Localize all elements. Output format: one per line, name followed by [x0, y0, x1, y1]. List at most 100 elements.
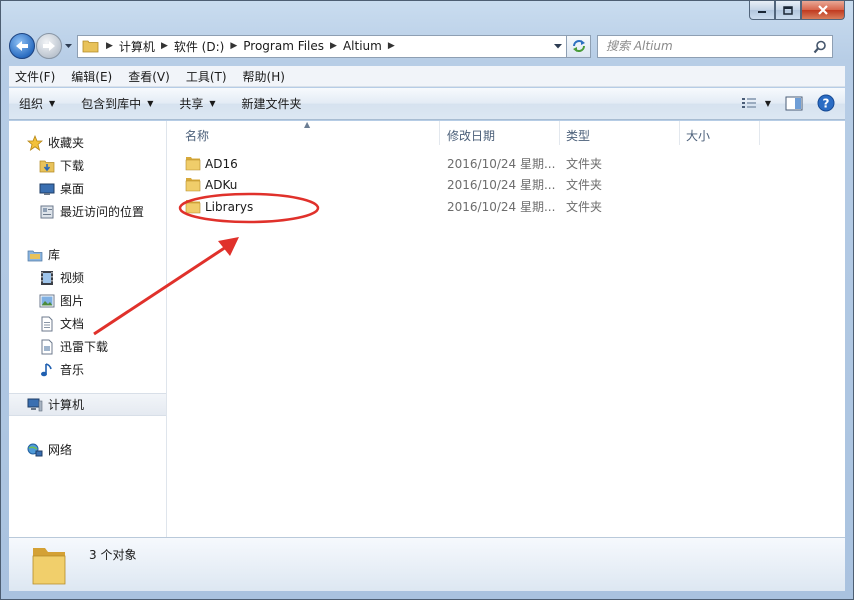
minimize-button[interactable]: [749, 1, 775, 20]
file-type: 文件夹: [566, 200, 603, 214]
nav-computer-label: 计算机: [48, 398, 85, 412]
search-input[interactable]: [606, 39, 806, 53]
file-name: Librarys: [205, 199, 254, 214]
folder-icon: [82, 40, 99, 53]
nav-documents-label: 文档: [60, 317, 85, 331]
menu-view[interactable]: 查看(V): [128, 68, 170, 85]
preview-pane-button[interactable]: [785, 96, 803, 111]
maximize-button[interactable]: [775, 1, 801, 20]
nav-documents[interactable]: 文档: [9, 312, 166, 335]
breadcrumb-separator-icon[interactable]: ▶: [161, 41, 168, 51]
file-type: 文件夹: [566, 157, 603, 171]
svg-text:?: ?: [823, 97, 830, 111]
breadcrumb-separator-icon[interactable]: ▶: [330, 41, 337, 51]
breadcrumb-drive-d[interactable]: 软件 (D:): [174, 38, 224, 55]
column-divider[interactable]: [439, 121, 440, 145]
column-divider[interactable]: [559, 121, 560, 145]
address-bar[interactable]: ▶ 计算机 ▶ 软件 (D:) ▶ Program Files ▶ Altium…: [77, 34, 567, 58]
close-icon: [818, 5, 828, 15]
explorer-window: ▶ 计算机 ▶ 软件 (D:) ▶ Program Files ▶ Altium…: [0, 0, 854, 600]
share-button[interactable]: 共享 ▼: [179, 95, 215, 112]
breadcrumb-separator-icon[interactable]: ▶: [106, 41, 113, 51]
nav-computer[interactable]: 计算机: [9, 393, 166, 416]
menu-help[interactable]: 帮助(H): [243, 68, 285, 85]
nav-pictures[interactable]: 图片: [9, 289, 166, 312]
file-row[interactable]: Librarys 2016/10/24 星期... 文件夹: [167, 196, 845, 217]
refresh-button[interactable]: [567, 34, 591, 58]
breadcrumb-separator-icon[interactable]: ▶: [230, 41, 237, 51]
nav-favorites-label: 收藏夹: [48, 136, 85, 150]
file-name: AD16: [205, 156, 238, 171]
navigation-bar: ▶ 计算机 ▶ 软件 (D:) ▶ Program Files ▶ Altium…: [9, 30, 845, 62]
chevron-down-icon[interactable]: ▼: [765, 99, 771, 108]
file-date: 2016/10/24 星期...: [447, 178, 556, 192]
file-row[interactable]: AD16 2016/10/24 星期... 文件夹: [167, 153, 845, 174]
file-name: ADKu: [205, 177, 238, 192]
forward-button[interactable]: [36, 33, 62, 59]
column-date-modified[interactable]: 修改日期: [447, 127, 495, 144]
maximize-icon: [783, 5, 793, 15]
search-icon[interactable]: [813, 40, 827, 54]
file-type: 文件夹: [566, 178, 603, 192]
navigation-pane: 收藏夹 下载 桌面 最近访问的位置 库 视频 图片 文档 迅雷下载 音乐 计算机…: [9, 121, 167, 537]
organize-button[interactable]: 组织 ▼: [19, 95, 55, 112]
breadcrumb-separator-icon[interactable]: ▶: [388, 41, 395, 51]
nav-favorites[interactable]: 收藏夹: [9, 131, 166, 154]
menu-file[interactable]: 文件(F): [15, 68, 55, 85]
recent-pages-dropdown[interactable]: [63, 43, 73, 49]
nav-network[interactable]: 网络: [9, 438, 166, 461]
library-icon: [27, 247, 43, 263]
breadcrumb-altium[interactable]: Altium: [343, 39, 382, 53]
recent-places-icon: [39, 204, 55, 220]
change-view-button[interactable]: ▼: [741, 96, 771, 110]
nav-pictures-label: 图片: [60, 294, 85, 308]
column-size[interactable]: 大小: [686, 127, 710, 144]
menu-edit[interactable]: 编辑(E): [71, 68, 112, 85]
item-count: 3 个对象: [89, 548, 137, 562]
file-date: 2016/10/24 星期...: [447, 157, 556, 171]
address-history-dropdown[interactable]: [548, 36, 566, 57]
network-icon: [27, 442, 43, 458]
music-icon: [39, 362, 55, 378]
column-name[interactable]: 名称: [185, 127, 209, 144]
downloads-folder-icon: [39, 158, 55, 174]
breadcrumb-program-files[interactable]: Program Files: [243, 39, 324, 53]
caption-buttons: [749, 1, 845, 20]
nav-downloads[interactable]: 下载: [9, 154, 166, 177]
new-folder-label: 新建文件夹: [241, 97, 302, 111]
documents-icon: [39, 316, 55, 332]
close-button[interactable]: [801, 1, 845, 20]
nav-thunder-downloads[interactable]: 迅雷下载: [9, 335, 166, 358]
nav-desktop[interactable]: 桌面: [9, 177, 166, 200]
column-headers: ▲ 名称 修改日期 类型 大小: [167, 120, 845, 145]
help-button[interactable]: ?: [817, 94, 835, 112]
nav-libraries[interactable]: 库: [9, 243, 166, 266]
column-divider[interactable]: [759, 121, 760, 145]
organize-label: 组织: [19, 97, 44, 111]
main-content: 收藏夹 下载 桌面 最近访问的位置 库 视频 图片 文档 迅雷下载 音乐 计算机…: [9, 120, 845, 537]
nav-music-label: 音乐: [60, 363, 85, 377]
minimize-icon: [758, 11, 766, 13]
nav-videos[interactable]: 视频: [9, 266, 166, 289]
nav-music[interactable]: 音乐: [9, 358, 166, 381]
breadcrumb: ▶ 计算机 ▶ 软件 (D:) ▶ Program Files ▶ Altium…: [100, 38, 401, 55]
help-icon: ?: [817, 94, 835, 112]
include-in-library-button[interactable]: 包含到库中 ▼: [81, 95, 153, 112]
nav-recent-places-label: 最近访问的位置: [60, 205, 145, 219]
nav-videos-label: 视频: [60, 271, 85, 285]
nav-recent-places[interactable]: 最近访问的位置: [9, 200, 166, 223]
search-box[interactable]: [597, 34, 833, 58]
new-folder-button[interactable]: 新建文件夹: [242, 95, 302, 112]
chevron-down-icon: ▼: [147, 99, 154, 108]
arrow-right-icon: [43, 41, 55, 51]
chevron-down-icon: [553, 43, 562, 48]
computer-icon: [27, 397, 43, 413]
file-list: ▲ 名称 修改日期 类型 大小 AD16 2016/10/24 星期... 文件…: [167, 120, 845, 537]
file-row[interactable]: ADKu 2016/10/24 星期... 文件夹: [167, 174, 845, 195]
breadcrumb-computer[interactable]: 计算机: [119, 38, 155, 55]
view-controls: ▼ ?: [727, 94, 835, 112]
back-button[interactable]: [9, 33, 35, 59]
column-type[interactable]: 类型: [566, 127, 590, 144]
column-divider[interactable]: [679, 121, 680, 145]
menu-tools[interactable]: 工具(T): [186, 68, 227, 85]
